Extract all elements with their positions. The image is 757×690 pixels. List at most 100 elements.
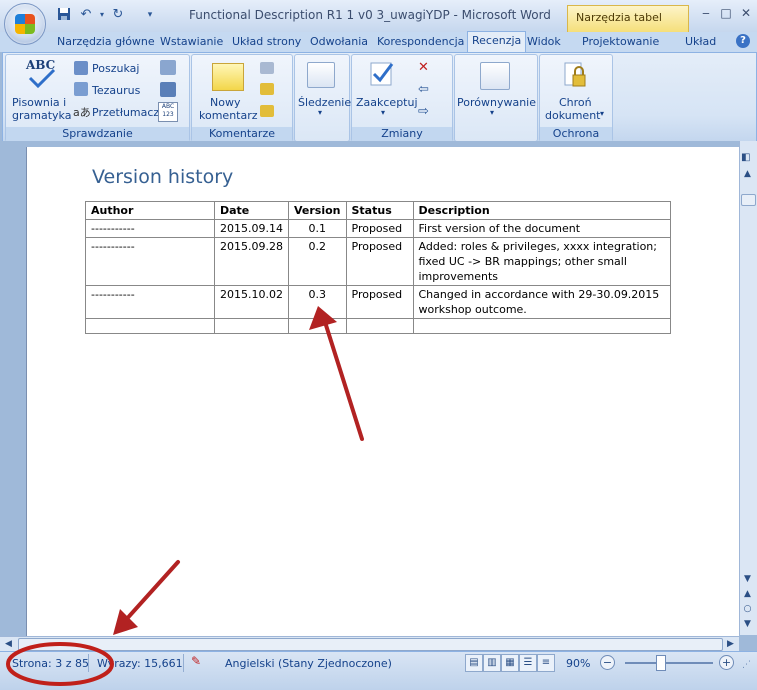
- save-icon[interactable]: [56, 7, 72, 23]
- thesaurus-button[interactable]: Tezaurus: [92, 84, 140, 97]
- tab-review[interactable]: Recenzja: [467, 31, 527, 53]
- word-count[interactable]: Wyrazy: 15,661: [97, 657, 183, 670]
- undo-icon[interactable]: ↶: [78, 7, 94, 23]
- col-date: Date: [214, 201, 289, 220]
- full-screen-reading-icon[interactable]: ▥: [483, 654, 501, 672]
- zoom-out-icon[interactable]: −: [600, 655, 615, 670]
- web-layout-icon[interactable]: ▦: [501, 654, 519, 672]
- print-layout-view-icon[interactable]: ▤: [465, 654, 483, 672]
- new-comment-button[interactable]: Nowy: [210, 96, 240, 109]
- cell-date: 2015.10.02: [214, 285, 289, 319]
- compare-dropdown-icon[interactable]: ▾: [490, 108, 494, 117]
- customize-qat-icon[interactable]: ▾: [142, 7, 158, 23]
- cell-description: Changed in accordance with 29-30.09.2015…: [412, 285, 671, 319]
- horizontal-scroll-thumb[interactable]: [18, 638, 723, 651]
- spelling-button[interactable]: Pisownia i: [12, 96, 66, 109]
- protect-dropdown-icon[interactable]: ▾: [600, 109, 604, 118]
- table-tools-context: Narzędzia tabel: [567, 5, 689, 32]
- spelling-button-line2: gramatyka: [12, 109, 72, 122]
- accept-button[interactable]: Zaakceptuj: [356, 96, 418, 109]
- scroll-up-icon[interactable]: ▲: [741, 168, 754, 180]
- office-button[interactable]: [4, 3, 46, 45]
- outline-view-icon[interactable]: ☰: [519, 654, 537, 672]
- heading-version-history: Version history: [92, 166, 234, 188]
- tab-home[interactable]: Narzędzia główne: [53, 33, 159, 51]
- lock-icon: [561, 61, 589, 89]
- browse-object-icon[interactable]: ○: [741, 603, 754, 615]
- set-language-icon[interactable]: [160, 82, 176, 97]
- cell-empty: [345, 318, 414, 334]
- scroll-right-icon[interactable]: ▶: [724, 638, 737, 650]
- tab-layout[interactable]: Układ: [681, 33, 720, 51]
- tracking-dropdown-icon[interactable]: ▾: [318, 108, 322, 117]
- col-status: Status: [345, 201, 414, 220]
- previous-comment-icon[interactable]: [260, 83, 274, 95]
- zoom-slider[interactable]: [625, 662, 713, 664]
- research-button[interactable]: Poszukaj: [92, 62, 139, 75]
- vertical-scrollbar[interactable]: [739, 141, 757, 635]
- word-count-icon[interactable]: ABC 123: [158, 102, 178, 122]
- translate-button[interactable]: Przetłumacz: [92, 106, 159, 119]
- cell-date: 2015.09.14: [214, 219, 289, 238]
- maximize-button[interactable]: □: [718, 6, 734, 20]
- new-comment-button-line2: komentarz: [199, 109, 258, 122]
- next-change-icon[interactable]: ⇨: [418, 104, 429, 119]
- delete-comment-icon[interactable]: [260, 62, 274, 74]
- reject-icon[interactable]: ✕: [418, 60, 429, 75]
- status-divider: [183, 654, 184, 672]
- proofing-status-icon[interactable]: ✎: [191, 654, 201, 668]
- tab-references[interactable]: Odwołania: [306, 33, 372, 51]
- protect-button[interactable]: Chroń: [559, 96, 592, 109]
- cell-status: Proposed: [345, 219, 414, 238]
- resize-grip-icon[interactable]: ⋰: [742, 660, 751, 670]
- spelling-icon[interactable]: ABC: [24, 58, 60, 90]
- previous-change-icon[interactable]: ⇦: [418, 82, 429, 97]
- next-comment-icon[interactable]: [260, 105, 274, 117]
- table-row: ----------- 2015.10.02 0.3 Proposed Chan…: [85, 285, 671, 319]
- tab-design[interactable]: Projektowanie: [578, 33, 663, 51]
- group-label-changes: Zmiany: [352, 127, 452, 141]
- office-logo-icon: [15, 14, 35, 34]
- tab-view[interactable]: Widok: [523, 33, 565, 51]
- context-tab-label: Narzędzia tabel: [576, 11, 662, 24]
- minimize-button[interactable]: ‒: [698, 6, 714, 20]
- cell-date: 2015.09.28: [214, 237, 289, 286]
- language-status[interactable]: Angielski (Stany Zjednoczone): [225, 657, 392, 670]
- help-icon[interactable]: ?: [736, 34, 750, 48]
- tab-insert[interactable]: Wstawianie: [156, 33, 227, 51]
- accept-icon: [368, 60, 396, 88]
- zoom-in-icon[interactable]: +: [719, 655, 734, 670]
- thesaurus-icon: [74, 82, 88, 96]
- previous-page-icon[interactable]: ▲: [741, 588, 754, 600]
- accept-dropdown-icon[interactable]: ▾: [381, 108, 385, 117]
- group-label-proofing: Sprawdzanie: [6, 127, 189, 141]
- status-divider: [88, 654, 89, 672]
- tab-mailings[interactable]: Korespondencja: [373, 33, 468, 51]
- compare-button[interactable]: Porównywanie: [457, 96, 536, 109]
- table-row: ----------- 2015.09.28 0.2 Proposed Adde…: [85, 237, 671, 286]
- ruler-toggle-icon[interactable]: ◧: [741, 152, 750, 163]
- zoom-level[interactable]: 90%: [566, 657, 590, 670]
- cell-status: Proposed: [345, 237, 414, 286]
- cell-empty: [85, 318, 215, 334]
- next-page-icon[interactable]: ▼: [741, 618, 754, 630]
- version-history-table[interactable]: Author Date Version Status Description -…: [85, 201, 671, 334]
- cell-description: First version of the document: [412, 219, 671, 238]
- close-button[interactable]: ✕: [738, 6, 754, 20]
- vertical-scroll-thumb[interactable]: [741, 194, 756, 206]
- undo-dropdown-icon[interactable]: ▾: [94, 7, 110, 23]
- draft-view-icon[interactable]: ≡: [537, 654, 555, 672]
- scroll-down-icon[interactable]: ▼: [741, 573, 754, 585]
- tab-page-layout[interactable]: Układ strony: [228, 33, 305, 51]
- scroll-left-icon[interactable]: ◀: [2, 638, 15, 650]
- new-comment-icon: [212, 63, 244, 91]
- language-icon[interactable]: [160, 60, 176, 75]
- compare-icon: [480, 62, 510, 90]
- cell-author: -----------: [85, 237, 215, 286]
- page-count[interactable]: Strona: 3 z 85: [12, 657, 89, 670]
- track-changes-button[interactable]: Śledzenie: [298, 96, 351, 109]
- zoom-slider-knob[interactable]: [656, 655, 666, 671]
- redo-icon[interactable]: ↻: [110, 7, 126, 23]
- cell-version: 0.1: [287, 219, 347, 238]
- cell-empty: [287, 318, 347, 334]
